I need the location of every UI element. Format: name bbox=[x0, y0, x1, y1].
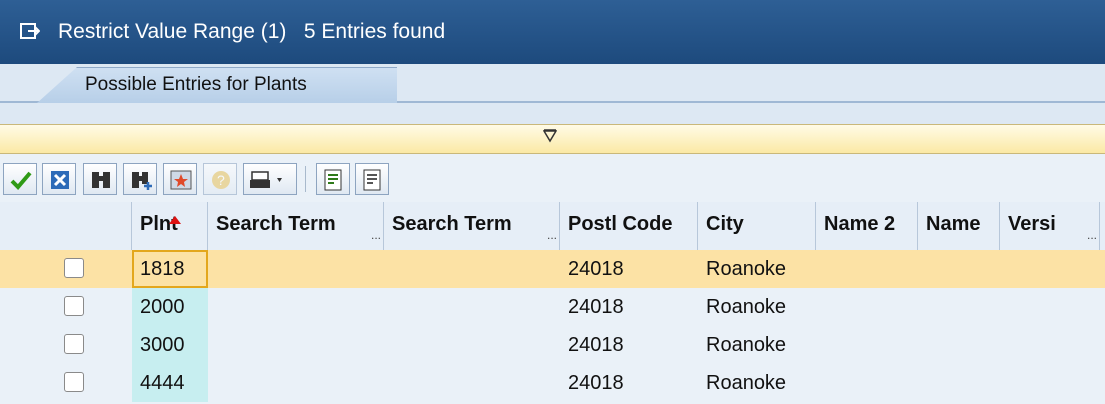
binoculars-icon bbox=[92, 172, 110, 188]
cancel-button[interactable] bbox=[42, 163, 76, 195]
entries-table: Plnt Search Term... Search Term... Postl… bbox=[0, 202, 1105, 404]
checkmark-icon bbox=[10, 171, 32, 190]
printer-icon bbox=[250, 171, 282, 188]
column-header-postl-code[interactable]: Postl Code bbox=[560, 202, 698, 250]
table-row[interactable]: 2000 24018 Roanoke bbox=[0, 288, 1105, 326]
x-icon bbox=[51, 171, 69, 189]
binoculars-plus-icon bbox=[132, 172, 152, 190]
cell-plnt: 3000 bbox=[140, 334, 185, 356]
cell-plnt: 4444 bbox=[140, 372, 185, 394]
cell-plnt: 2000 bbox=[140, 296, 185, 318]
truncation-ellipsis: ... bbox=[370, 228, 381, 242]
table-header: Plnt Search Term... Search Term... Postl… bbox=[0, 202, 1105, 251]
column-header-plnt[interactable]: Plnt bbox=[132, 202, 208, 250]
sort-ascending-icon bbox=[169, 216, 181, 224]
export-icon bbox=[324, 169, 342, 191]
tab-possible-entries[interactable]: Possible Entries for Plants bbox=[37, 67, 397, 103]
cell-city: Roanoke bbox=[706, 258, 787, 280]
tab-label: Possible Entries for Plants bbox=[85, 74, 307, 95]
print-button[interactable] bbox=[243, 163, 297, 195]
star-icon bbox=[170, 170, 192, 190]
find-next-button[interactable] bbox=[123, 163, 157, 195]
column-header-city[interactable]: City bbox=[698, 202, 816, 250]
toolbar: ? bbox=[0, 158, 1105, 200]
row-checkbox[interactable] bbox=[64, 372, 84, 392]
row-checkbox[interactable] bbox=[64, 334, 84, 354]
truncation-ellipsis: ... bbox=[546, 228, 557, 242]
find-button[interactable] bbox=[83, 163, 117, 195]
cell-postl-code: 24018 bbox=[568, 258, 624, 280]
export-button[interactable] bbox=[316, 163, 350, 195]
filter-triangle-icon[interactable] bbox=[543, 129, 557, 143]
table-row[interactable]: 3000 24018 Roanoke bbox=[0, 326, 1105, 364]
layout-button[interactable] bbox=[355, 163, 389, 195]
window-title: Restrict Value Range (1) 5 Entries found bbox=[58, 20, 446, 43]
table-row[interactable]: 4444 24018 Roanoke bbox=[0, 364, 1105, 402]
title-bar: Restrict Value Range (1) 5 Entries found bbox=[0, 0, 1105, 64]
row-checkbox[interactable] bbox=[64, 296, 84, 316]
confirm-button[interactable] bbox=[3, 163, 37, 195]
select-all-header[interactable] bbox=[0, 202, 132, 250]
truncation-ellipsis: ... bbox=[1086, 228, 1097, 242]
cell-plnt: 1818 bbox=[140, 258, 185, 280]
table-row[interactable]: 1818 24018 Roanoke bbox=[0, 250, 1105, 288]
cell-city: Roanoke bbox=[706, 334, 787, 356]
cell-city: Roanoke bbox=[706, 296, 787, 318]
column-header-name-2[interactable]: Name 2 bbox=[816, 202, 918, 250]
new-search-button[interactable] bbox=[163, 163, 197, 195]
column-header-version[interactable]: Versi... bbox=[1000, 202, 1100, 250]
cell-postl-code: 24018 bbox=[568, 334, 624, 356]
cell-postl-code: 24018 bbox=[568, 372, 624, 394]
help-icon: ? bbox=[212, 171, 230, 189]
column-header-search-term-1[interactable]: Search Term... bbox=[208, 202, 384, 250]
column-header-name[interactable]: Name bbox=[918, 202, 1000, 250]
help-button[interactable]: ? bbox=[203, 163, 237, 195]
layout-icon bbox=[363, 169, 381, 191]
cell-city: Roanoke bbox=[706, 372, 787, 394]
toolbar-separator bbox=[305, 166, 306, 192]
restrict-window-icon bbox=[20, 23, 40, 39]
svg-text:?: ? bbox=[217, 172, 225, 188]
restriction-toggle-bar[interactable] bbox=[0, 124, 1105, 154]
row-checkbox[interactable] bbox=[64, 258, 84, 278]
column-header-search-term-2[interactable]: Search Term... bbox=[384, 202, 560, 250]
cell-postl-code: 24018 bbox=[568, 296, 624, 318]
